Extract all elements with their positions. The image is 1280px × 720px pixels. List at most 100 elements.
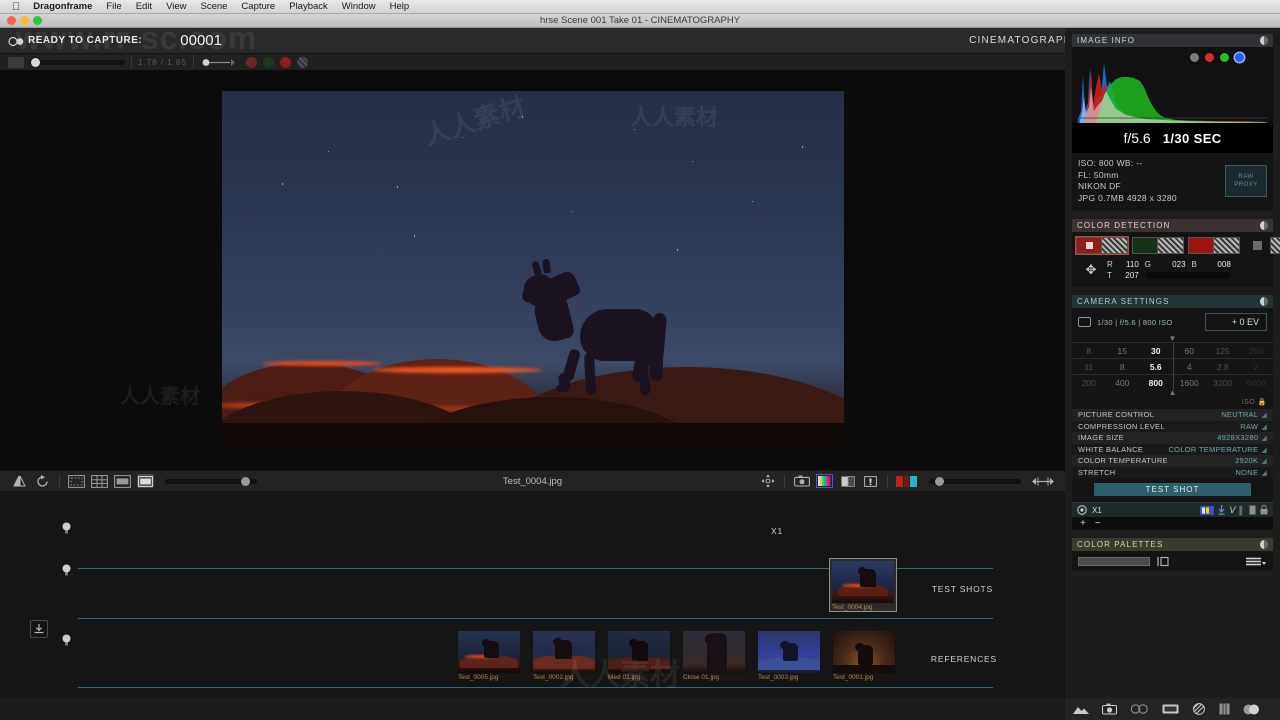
setting-row-white-balance[interactable]: WHITE BALANCE COLOR TEMPERATURE <box>1072 443 1273 455</box>
gray-detect-swatch[interactable] <box>1244 237 1280 254</box>
grid-icon[interactable] <box>1219 703 1230 715</box>
aperture-option-5[interactable]: 2 <box>1240 362 1274 372</box>
red-indicator-dot[interactable] <box>245 56 257 68</box>
lightbulb-icon[interactable] <box>62 522 71 534</box>
iso-option-4[interactable]: 3200 <box>1206 378 1240 388</box>
list-item[interactable]: Close 01.jpg <box>683 631 745 681</box>
hatch-icon[interactable] <box>1192 703 1206 715</box>
menu-item-window[interactable]: Window <box>335 0 383 14</box>
shutter-option-0[interactable]: 8 <box>1072 346 1106 356</box>
chain-link-icon[interactable] <box>1130 704 1149 714</box>
menu-item-view[interactable]: View <box>159 0 193 14</box>
iso-option-5[interactable]: 6400 <box>1240 378 1274 388</box>
color-detection-header[interactable]: COLOR DETECTION <box>1072 219 1273 232</box>
onion-skin-icon[interactable] <box>200 57 240 68</box>
record-indicator-dot[interactable] <box>279 56 291 68</box>
shutter-speed-scale[interactable]: 8 15 30 60 125 250 <box>1072 342 1273 358</box>
add-remove-camera-row[interactable]: + − <box>1072 517 1273 530</box>
download-icon[interactable] <box>1218 505 1225 515</box>
panel-collapse-icon[interactable] <box>1260 540 1268 549</box>
fit-width-icon[interactable] <box>1032 474 1054 488</box>
add-camera-button[interactable]: + <box>1080 518 1086 529</box>
camera-settings-header[interactable]: CAMERA SETTINGS <box>1072 295 1273 308</box>
green-indicator-dot[interactable] <box>262 56 274 68</box>
remove-camera-button[interactable]: − <box>1095 518 1101 529</box>
camera-icon[interactable] <box>793 474 810 488</box>
list-item[interactable]: Test_0005.jpg <box>458 631 520 681</box>
ev-compensation-field[interactable]: + 0 EV <box>1205 313 1267 331</box>
aperture-option-0[interactable]: 11 <box>1072 362 1106 372</box>
aperture-option-current[interactable]: 5.6 <box>1139 362 1173 372</box>
setting-value[interactable]: NONE <box>1235 468 1267 477</box>
exposure-slider[interactable] <box>929 476 1021 486</box>
exposure-slider-knob[interactable] <box>935 476 944 486</box>
panel-collapse-icon[interactable] <box>1260 297 1268 306</box>
palette-gradient-bar[interactable] <box>1078 556 1150 566</box>
aperture-option-4[interactable]: 2.8 <box>1206 362 1240 372</box>
shutter-option-3[interactable]: 60 <box>1173 346 1207 356</box>
red-detect-swatch[interactable] <box>1075 236 1129 255</box>
setting-row-compression-level[interactable]: COMPRESSION LEVEL RAW <box>1072 420 1273 432</box>
aperture-option-1[interactable]: 8 <box>1106 362 1140 372</box>
list-item[interactable]: Test_0003.jpg <box>758 631 820 681</box>
opacity-slider-knob[interactable] <box>31 57 40 67</box>
camera-mode-icon[interactable] <box>1078 317 1091 327</box>
lightbulb-icon[interactable] <box>62 634 71 646</box>
opacity-slider[interactable] <box>30 57 125 67</box>
blue-channel-dot[interactable] <box>1235 53 1244 62</box>
setting-value[interactable]: 4928X3280 <box>1217 433 1267 442</box>
red-channel-dot[interactable] <box>1205 53 1214 62</box>
test-shot-button[interactable]: TEST SHOT <box>1094 483 1251 496</box>
lock-icon[interactable] <box>1260 505 1268 515</box>
camera-icon[interactable] <box>1102 703 1117 715</box>
flip-icon[interactable] <box>11 474 28 488</box>
setting-row-stretch[interactable]: STRETCH NONE <box>1072 466 1273 478</box>
setting-row-picture-control[interactable]: PICTURE CONTROL NEUTRAL <box>1072 409 1273 421</box>
grid-icon[interactable] <box>91 474 108 488</box>
menu-item-capture[interactable]: Capture <box>234 0 282 14</box>
iso-option-3[interactable]: 1600 <box>1173 378 1207 388</box>
eye-icon[interactable] <box>1077 505 1087 515</box>
threshold-slider[interactable] <box>1144 272 1231 279</box>
mountain-icon[interactable] <box>1073 704 1089 715</box>
timeline-row-references[interactable]: REFERENCES Test_0005.jpg Test_0002.jpg M… <box>0 624 1065 694</box>
iso-option-0[interactable]: 200 <box>1072 378 1106 388</box>
menu-item-playback[interactable]: Playback <box>282 0 335 14</box>
shutter-option-5[interactable]: 250 <box>1240 346 1274 356</box>
timeline-panel[interactable]: X1 TEST SHOTS Test_0004.jpg REFERENCES T… <box>0 492 1065 698</box>
palette-menu-icon[interactable] <box>1245 556 1267 567</box>
exposure-scales[interactable]: 8 15 30 60 125 250 11 8 5.6 4 2.8 2 200 <box>1072 342 1273 390</box>
filmstrip-icon[interactable] <box>1162 704 1179 714</box>
page-icon[interactable] <box>1249 505 1256 515</box>
shutter-option-current[interactable]: 30 <box>1139 346 1173 356</box>
vector-icon[interactable]: V <box>1229 505 1235 515</box>
panel-collapse-icon[interactable] <box>1260 221 1268 230</box>
pan-icon[interactable] <box>759 474 776 488</box>
import-images-button[interactable] <box>30 620 48 638</box>
camera-x1-row[interactable]: X1 V ▌ <box>1072 502 1273 517</box>
setting-value[interactable]: RAW <box>1240 422 1267 431</box>
shutter-option-1[interactable]: 15 <box>1106 346 1140 356</box>
setting-value[interactable]: COLOR TEMPERATURE <box>1168 445 1267 454</box>
alert-icon[interactable] <box>862 474 879 488</box>
list-item[interactable]: Test_0002.jpg <box>533 631 595 681</box>
setting-value[interactable]: NEUTRAL <box>1221 410 1267 419</box>
raw-proxy-button[interactable]: RAW PROXY <box>1225 165 1267 197</box>
frame-counter[interactable]: 00001 <box>180 32 222 49</box>
menu-item-dragonframe[interactable]: Dragonframe <box>26 0 99 14</box>
crop-guides-icon[interactable] <box>68 474 85 488</box>
timeline-row-test-shots[interactable]: TEST SHOTS Test_0004.jpg <box>0 554 1065 624</box>
hatch-indicator-dot[interactable] <box>296 56 308 68</box>
apple-menu-icon[interactable]:  <box>6 0 26 14</box>
shutter-option-4[interactable]: 125 <box>1206 346 1240 356</box>
lightbulb-icon[interactable] <box>62 564 71 576</box>
color-bars-icon[interactable] <box>1200 505 1215 515</box>
live-view-viewer[interactable]: 人人素材 <box>0 70 1065 470</box>
setting-value[interactable]: 2920K <box>1235 456 1267 465</box>
setting-row-color-temperature[interactable]: COLOR TEMPERATURE 2920K <box>1072 455 1273 467</box>
list-item[interactable]: Med 01.jpg <box>608 631 670 681</box>
grayscale-icon[interactable] <box>839 474 856 488</box>
list-item[interactable]: Test_0001.jpg <box>833 631 895 681</box>
eyedropper-icon[interactable]: ✥ <box>1078 262 1104 278</box>
aspect-mask-icon[interactable] <box>114 474 131 488</box>
